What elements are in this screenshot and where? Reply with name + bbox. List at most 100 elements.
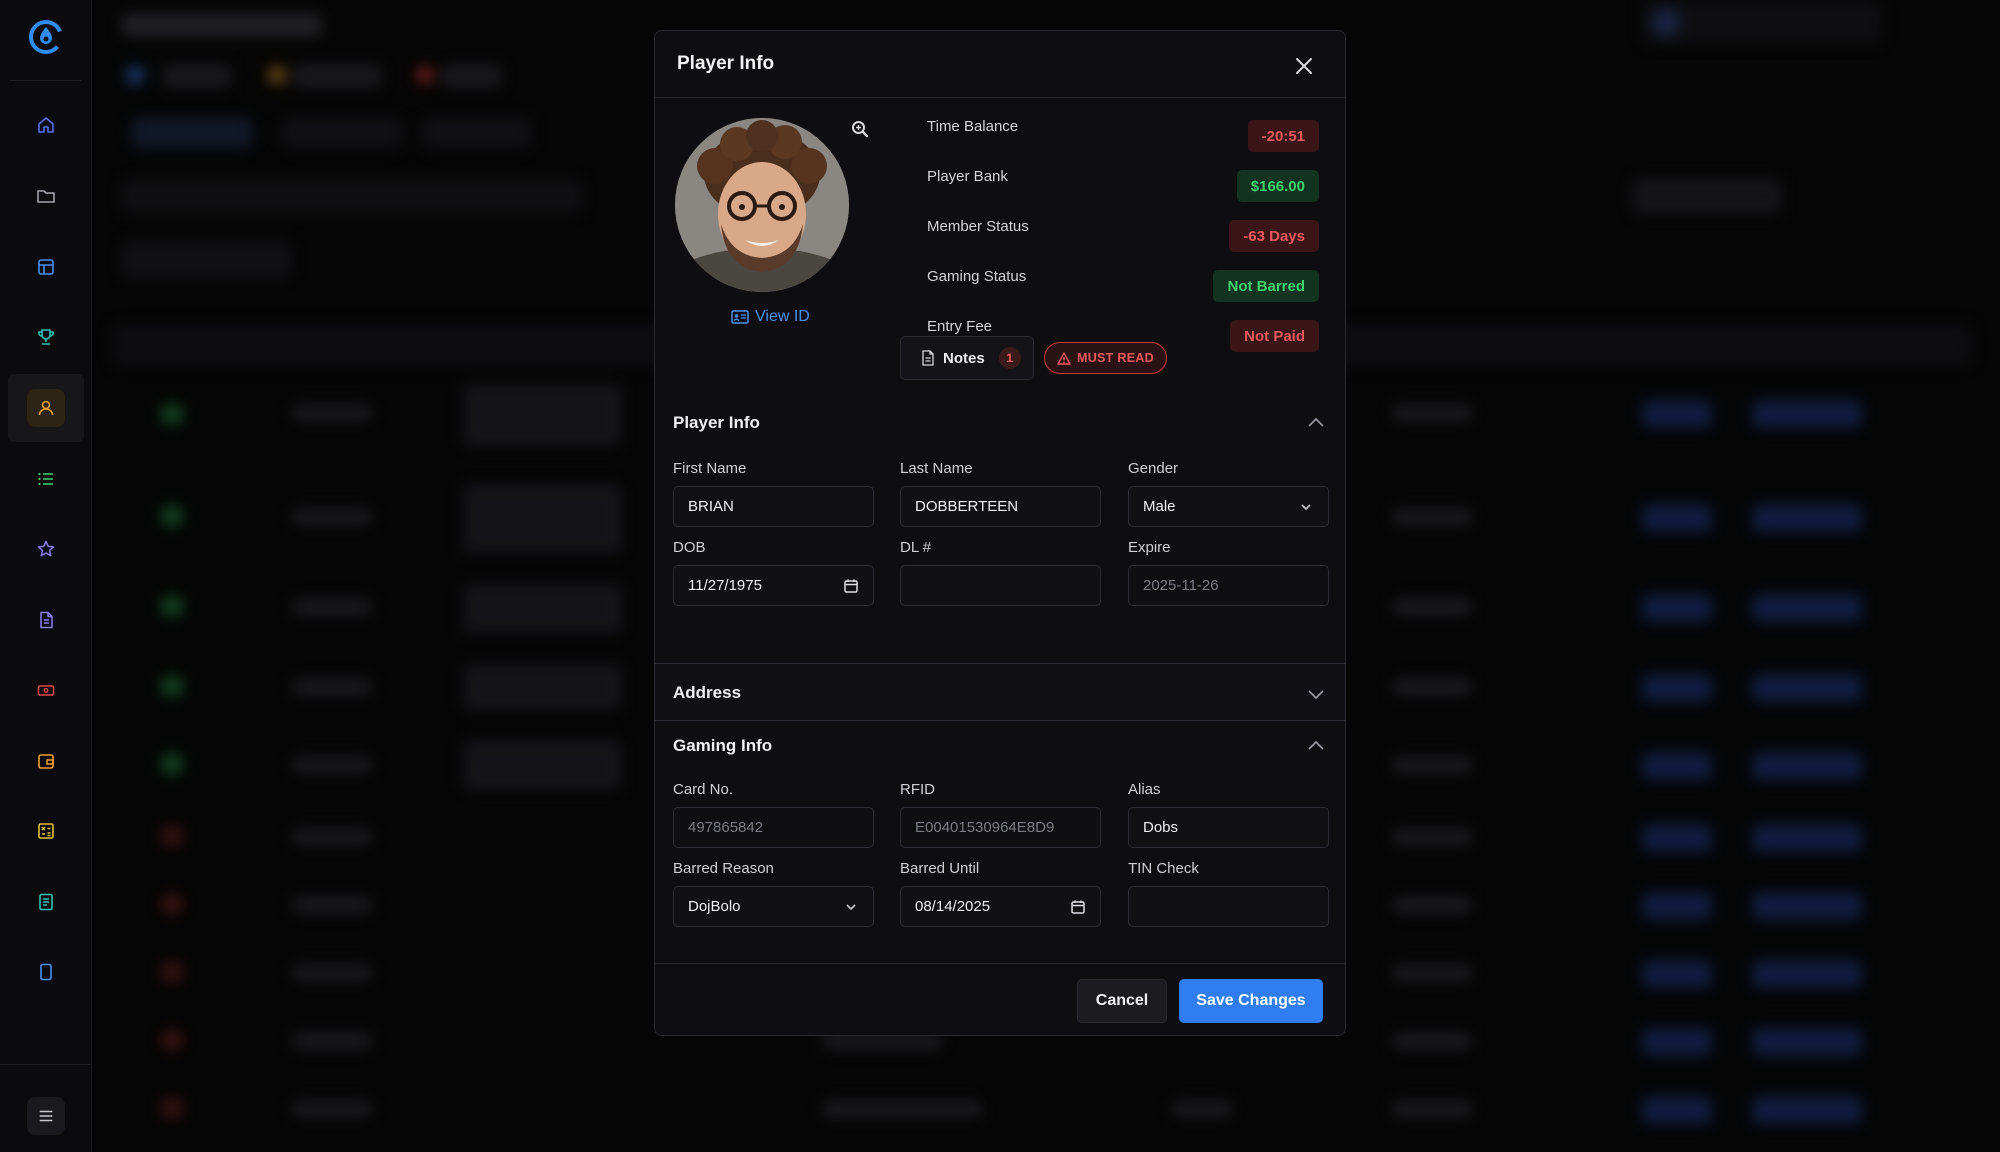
alias-label: Alias <box>1128 781 1161 798</box>
status-badge: $166.00 <box>1236 170 1319 202</box>
notes-button[interactable]: Notes 1 <box>900 336 1034 380</box>
trophy-icon <box>38 329 54 345</box>
dob-field[interactable]: 11/27/1975 <box>673 565 874 606</box>
rfid-label: RFID <box>900 781 935 798</box>
last-name-field[interactable]: DOBBERTEEN <box>900 486 1101 527</box>
tin-check-label: TIN Check <box>1128 860 1199 877</box>
barred-reason-select[interactable]: DojBolo <box>673 886 874 927</box>
player-info-section-header[interactable]: Player Info <box>655 398 1345 450</box>
brand-logo-icon[interactable] <box>27 18 65 56</box>
close-icon[interactable] <box>1293 55 1315 77</box>
address-section-header[interactable]: Address <box>655 663 1345 721</box>
stat-label: Entry Fee <box>927 318 993 335</box>
alias-field[interactable]: Dobs <box>1128 807 1329 848</box>
stat-player-bank: Player Bank $166.00 <box>927 168 1333 202</box>
star-icon <box>37 540 55 557</box>
zoom-icon[interactable] <box>851 120 869 138</box>
profile-summary: View ID Time Balance -20:51 Player Bank … <box>655 98 1345 398</box>
first-name-label: First Name <box>673 460 747 477</box>
notes-count-badge: 1 <box>998 347 1021 369</box>
save-changes-button[interactable]: Save Changes <box>1179 979 1323 1023</box>
gaming-info-section-header[interactable]: Gaming Info <box>655 721 1345 773</box>
barred-reason-value: DojBolo <box>688 898 741 915</box>
chevron-up-icon[interactable] <box>1307 739 1325 751</box>
first-name-field[interactable]: BRIAN <box>673 486 874 527</box>
last-name-label: Last Name <box>900 460 973 477</box>
sidebar-item-wallet[interactable] <box>27 742 65 780</box>
chevron-up-icon[interactable] <box>1307 416 1325 428</box>
list-icon <box>38 472 53 486</box>
tablet-icon <box>40 963 52 981</box>
wallet-icon <box>38 754 54 769</box>
section-title: Address <box>673 683 742 702</box>
sidebar-item-tickets[interactable] <box>27 671 65 709</box>
sidebar <box>0 0 92 1152</box>
modal-title: Player Info <box>677 53 775 74</box>
stat-label: Gaming Status <box>927 268 1027 285</box>
chevron-down-icon <box>1301 504 1311 511</box>
stat-time-balance: Time Balance -20:51 <box>927 118 1333 152</box>
notes-label: Notes <box>943 349 985 367</box>
stat-label: Time Balance <box>927 118 1019 135</box>
expire-field[interactable]: 2025-11-26 <box>1128 565 1329 606</box>
menu-button[interactable] <box>27 1097 65 1135</box>
stat-gaming-status: Gaming Status Not Barred <box>927 268 1333 302</box>
dob-value: 11/27/1975 <box>688 577 762 594</box>
section-title: Player Info <box>673 413 760 432</box>
gender-label: Gender <box>1128 460 1179 477</box>
stat-label: Member Status <box>927 218 1029 235</box>
receipt-icon <box>39 893 53 911</box>
dl-number-field[interactable] <box>900 565 1101 606</box>
gaming-info-section: Gaming Info Card No. 497865842 RFID E004… <box>655 721 1345 961</box>
sidebar-item-reports[interactable] <box>27 883 65 921</box>
modal-header: Player Info <box>655 31 1345 98</box>
dob-label: DOB <box>673 539 706 556</box>
stat-member-status: Member Status -63 Days <box>927 218 1333 252</box>
sidebar-item-list[interactable] <box>27 460 65 498</box>
view-id-label: View ID <box>755 308 810 325</box>
card-number-label: Card No. <box>673 781 734 798</box>
barred-until-label: Barred Until <box>900 860 980 877</box>
status-badge: -63 Days <box>1229 220 1319 252</box>
tin-check-field[interactable] <box>1128 886 1329 927</box>
sidebar-item-trophy[interactable] <box>27 318 65 356</box>
sidebar-item-layout[interactable] <box>27 248 65 286</box>
barred-reason-label: Barred Reason <box>673 860 774 877</box>
barred-until-value: 08/14/2025 <box>915 898 991 915</box>
sidebar-item-favorites[interactable] <box>27 530 65 568</box>
note-icon <box>922 350 934 366</box>
sidebar-item-devices[interactable] <box>27 953 65 991</box>
sidebar-item-home[interactable] <box>27 106 65 144</box>
stat-label: Player Bank <box>927 168 1008 185</box>
player-info-section: Player Info First Name BRIAN Last Name D… <box>655 398 1345 663</box>
gender-select[interactable]: Male <box>1128 486 1329 527</box>
rfid-field[interactable]: E00401530964E8D9 <box>900 807 1101 848</box>
chevron-down-icon[interactable] <box>1307 688 1325 700</box>
folder-icon <box>37 190 55 203</box>
must-read-badge[interactable]: MUST READ <box>1044 342 1168 374</box>
calendar-icon[interactable] <box>843 578 859 594</box>
calculator-icon <box>38 823 54 839</box>
sidebar-item-calculator[interactable] <box>27 812 65 850</box>
player-avatar[interactable] <box>675 118 849 292</box>
player-info-modal: Player Info View ID Time Balance -20:51 … <box>654 30 1346 1036</box>
cancel-button[interactable]: Cancel <box>1077 979 1167 1023</box>
home-icon <box>38 117 54 133</box>
warning-icon <box>1057 351 1071 365</box>
barred-until-field[interactable]: 08/14/2025 <box>900 886 1101 927</box>
expire-label: Expire <box>1128 539 1171 556</box>
sidebar-item-players[interactable] <box>8 374 84 442</box>
gender-value: Male <box>1143 498 1176 515</box>
card-number-field[interactable]: 497865842 <box>673 807 874 848</box>
sidebar-item-folder[interactable] <box>27 177 65 215</box>
sidebar-item-documents[interactable] <box>27 601 65 639</box>
status-badge: Not Barred <box>1213 270 1319 302</box>
calendar-icon[interactable] <box>1070 899 1086 915</box>
layout-icon <box>38 259 54 275</box>
status-badge: -20:51 <box>1247 120 1319 152</box>
view-id-link[interactable]: View ID <box>731 308 810 326</box>
hamburger-icon <box>39 1110 53 1122</box>
status-badge: Not Paid <box>1230 320 1319 352</box>
must-read-label: MUST READ <box>1077 351 1155 365</box>
dl-label: DL # <box>900 539 932 556</box>
